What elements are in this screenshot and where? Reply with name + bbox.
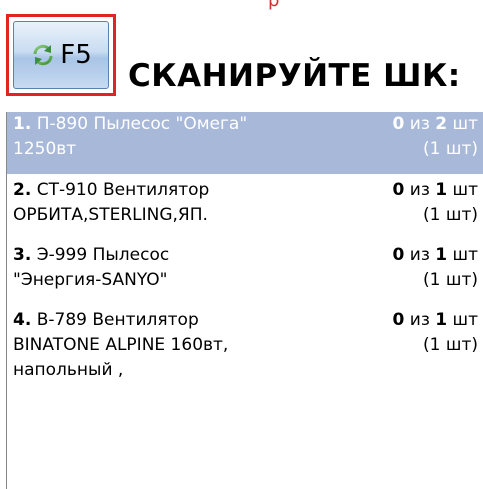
item-scanned-count: 0 [392, 245, 405, 265]
item-unit: шт [452, 245, 478, 265]
item-of-label: из [409, 180, 430, 200]
refresh-icon [30, 42, 56, 68]
item-code: В-789 [36, 310, 87, 330]
item-total-count: 1 [435, 245, 448, 265]
clipped-header-text: р [0, 0, 483, 14]
item-description: 4. В-789 Вентилятор BINATONE ALPINE 160в… [13, 308, 343, 383]
item-index: 3. [13, 245, 32, 265]
item-name-line1: Пылесос [92, 245, 170, 265]
item-description: 2. СТ-910 Вентилятор ОРБИТА,STERLING,ЯП. [13, 178, 343, 228]
item-index: 4. [13, 310, 32, 330]
item-quantity: 0 из 2 шт (1 шт) [338, 112, 478, 162]
item-of-label: из [409, 114, 430, 134]
item-name-line1: Вентилятор [92, 310, 199, 330]
item-name-line1: Пылесос "Омега" [93, 114, 248, 134]
list-item[interactable]: 1. П-890 Пылесос "Омега" 1250вт 0 из 2 ш… [7, 112, 483, 174]
item-pack-size: (1 шт) [423, 139, 478, 159]
item-name-line1: Вентилятор [102, 180, 210, 200]
item-unit: шт [452, 310, 478, 330]
scan-screen: р F5 СКАНИРУЙТЕ ШК: 1. П-890 Пылесос "Ом… [0, 0, 483, 489]
item-code: Э-999 [36, 245, 88, 265]
item-total-count: 1 [435, 180, 448, 200]
clipped-header-label: р [268, 0, 280, 11]
item-of-label: из [409, 245, 430, 265]
item-quantity: 0 из 1 шт (1 шт) [338, 243, 478, 293]
item-name-line2: ОРБИТА,STERLING,ЯП. [13, 205, 208, 225]
list-item[interactable]: 3. Э-999 Пылесос "Энергия-SANYO" 0 из 1 … [7, 239, 483, 304]
page-title: СКАНИРУЙТЕ ШК: [128, 58, 461, 94]
f5-button-label: F5 [60, 40, 92, 70]
item-of-label: из [409, 310, 430, 330]
list-item[interactable]: 4. В-789 Вентилятор BINATONE ALPINE 160в… [7, 304, 483, 404]
item-index: 1. [13, 114, 32, 134]
item-description: 1. П-890 Пылесос "Омега" 1250вт [13, 112, 343, 162]
item-name-line2: 1250вт [13, 139, 77, 159]
item-scanned-count: 0 [392, 310, 405, 330]
scan-items-list[interactable]: 1. П-890 Пылесос "Омега" 1250вт 0 из 2 ш… [6, 112, 483, 489]
item-pack-size: (1 шт) [423, 270, 478, 290]
item-index: 2. [13, 180, 32, 200]
item-quantity: 0 из 1 шт (1 шт) [338, 178, 478, 228]
list-item[interactable]: 2. СТ-910 Вентилятор ОРБИТА,STERLING,ЯП.… [7, 174, 483, 239]
item-total-count: 1 [435, 310, 448, 330]
f5-button-highlight: F5 [6, 14, 116, 96]
f5-refresh-button[interactable]: F5 [13, 21, 109, 89]
item-scanned-count: 0 [392, 114, 405, 134]
item-description: 3. Э-999 Пылесос "Энергия-SANYO" [13, 243, 343, 293]
item-code: СТ-910 [36, 180, 98, 200]
item-unit: шт [452, 180, 478, 200]
item-name-line3: напольный , [13, 360, 124, 380]
item-name-line2: "Энергия-SANYO" [13, 270, 168, 290]
item-scanned-count: 0 [392, 180, 405, 200]
item-quantity: 0 из 1 шт (1 шт) [338, 308, 478, 358]
item-name-line2: BINATONE ALPINE 160вт, [13, 335, 229, 355]
item-total-count: 2 [435, 114, 448, 134]
item-code: П-890 [36, 114, 89, 134]
item-unit: шт [452, 114, 478, 134]
item-pack-size: (1 шт) [423, 205, 478, 225]
item-pack-size: (1 шт) [423, 335, 478, 355]
